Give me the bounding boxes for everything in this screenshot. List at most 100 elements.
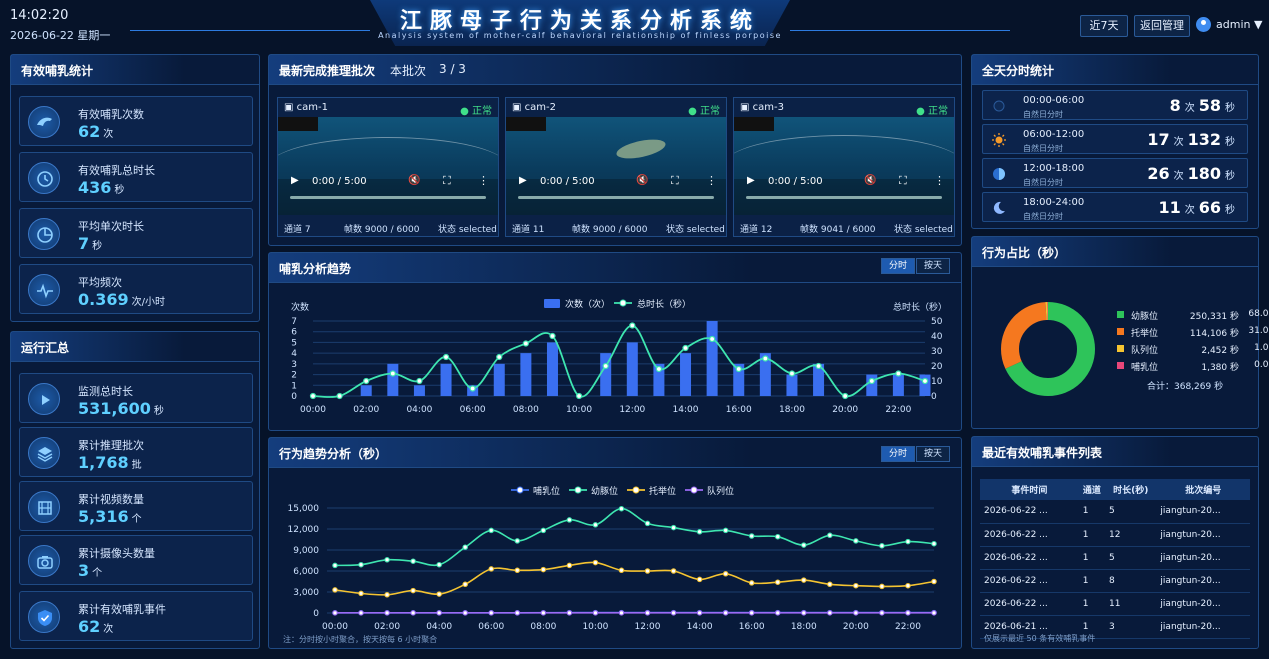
nursing-stats-panel: 有效哺乳统计 有效哺乳次数 62 次 有效哺乳总时长 436 秒 平均单次时长 7秒… <box>10 54 260 322</box>
more-icon[interactable]: ⋮ <box>706 174 717 187</box>
app-subtitle: Analysis system of mother-calf behaviora… <box>378 31 782 40</box>
stat-label: 有效哺乳次数 <box>78 108 144 121</box>
x-tick-label: 06:00 <box>478 622 504 632</box>
line-point <box>644 610 651 616</box>
bar <box>413 385 425 396</box>
toggle-daily[interactable]: 按天 <box>916 258 950 274</box>
table-row[interactable]: 2026-06-22 ... 1 5 jiangtun-20... <box>980 500 1250 524</box>
events-table: 事件时间 通道 时长(秒) 批次编号 2026-06-22 ... 1 5 jiang… <box>980 479 1250 639</box>
fullscreen-icon[interactable]: ⛶ <box>443 174 451 188</box>
line-point <box>384 557 390 563</box>
line-point <box>629 322 636 329</box>
more-icon[interactable]: ⋮ <box>934 174 945 187</box>
line-point <box>462 610 468 616</box>
line-point <box>462 581 468 588</box>
mute-icon[interactable]: 🔇 <box>408 175 420 186</box>
video-player[interactable]: ▶ 0:00 / 5:00 🔇 ⛶ ⋮ <box>278 117 498 215</box>
porpoise-shape <box>614 135 668 163</box>
line-point <box>735 365 742 373</box>
range-7days-button[interactable]: 近7天 <box>1080 15 1128 37</box>
video-player[interactable]: ▶ 0:00 / 5:00 🔇 ⛶ ⋮ <box>506 117 726 215</box>
video-player[interactable]: ▶ 0:00 / 5:00 🔇 ⛶ ⋮ <box>734 117 954 215</box>
video-progress[interactable] <box>518 196 714 199</box>
legend-swatch <box>516 486 524 494</box>
more-icon[interactable]: ⋮ <box>478 174 489 187</box>
line-point <box>762 355 769 362</box>
y-tick-label: 2 <box>291 371 297 381</box>
video-progress[interactable] <box>290 196 486 199</box>
line-point <box>670 610 677 616</box>
period-value: 26 次 180 秒 <box>1147 164 1235 183</box>
table-row[interactable]: 2026-06-22 ... 1 12 jiangtun-20... <box>980 523 1250 547</box>
y2-tick-label: 10 <box>931 377 943 387</box>
line-point <box>682 344 689 352</box>
column-header: 批次编号 <box>1156 479 1250 500</box>
stat-card: 有效哺乳总时长 436 秒 <box>19 152 253 202</box>
camera-frames: 帧数 9000 / 6000 <box>572 225 648 235</box>
y-tick-label: 0 <box>313 609 319 619</box>
stat-label: 累计摄像头数量 <box>78 547 155 560</box>
title-deco-right <box>790 30 1010 31</box>
video-time: 0:00 / 5:00 <box>312 176 367 187</box>
back-admin-button[interactable]: 返回管理 <box>1134 15 1190 37</box>
line-point <box>332 610 338 616</box>
behavior-share-donut <box>1001 302 1095 396</box>
line-point <box>496 353 503 361</box>
legend-label: 哺乳位 <box>533 485 560 497</box>
line-point <box>332 587 338 593</box>
toggle-daily[interactable]: 按天 <box>916 446 950 462</box>
moon-dark-icon <box>991 98 1007 114</box>
y2-axis-label: 总时长（秒） <box>893 301 947 313</box>
line-point <box>358 610 364 616</box>
user-menu[interactable]: admin ▼ <box>1216 18 1262 31</box>
legend-swatch <box>544 299 560 308</box>
play-icon <box>28 383 60 415</box>
legend-swatch <box>1117 311 1124 318</box>
mute-icon[interactable]: 🔇 <box>864 175 876 186</box>
line-point <box>540 610 547 616</box>
line-point <box>905 538 911 545</box>
legend-swatch <box>1117 328 1124 335</box>
table-row[interactable]: 2026-06-22 ... 1 8 jiangtun-20... <box>980 569 1250 593</box>
period-range: 12:00-18:00 <box>1023 163 1085 174</box>
line-point <box>722 571 729 577</box>
panel-title: 全天分时统计 <box>982 64 1055 78</box>
legend-label: 次数（次） <box>565 298 610 310</box>
x-tick-label: 12:00 <box>619 405 645 415</box>
play-icon[interactable]: ▶ <box>747 175 755 186</box>
line-point <box>575 392 583 400</box>
line-point <box>488 566 495 572</box>
behavior-trend-panel: 行为趋势分析（秒） 分时 按天 0 3,000 6,000 9,000 12,000 15… <box>268 437 962 649</box>
stat-label: 累计有效哺乳事件 <box>78 603 166 616</box>
bar <box>360 385 372 396</box>
camera-channel: 通道 11 <box>512 225 545 235</box>
camera-status: ● 正常 <box>460 106 492 117</box>
x-tick-label: 10:00 <box>582 622 608 632</box>
x-tick-label: 22:00 <box>895 622 921 632</box>
user-avatar-icon[interactable] <box>1196 17 1211 32</box>
batch-label: 本批次 <box>390 64 427 78</box>
line-point <box>879 543 885 549</box>
camera-channel: 通道 12 <box>740 225 773 235</box>
y-tick-label: 7 <box>291 317 297 327</box>
line-point <box>879 583 885 590</box>
fullscreen-icon[interactable]: ⛶ <box>671 174 679 188</box>
line-point <box>462 544 468 550</box>
table-row[interactable]: 2026-06-22 ... 1 11 jiangtun-20... <box>980 592 1250 616</box>
camera-status: ● 正常 <box>916 106 948 117</box>
play-icon[interactable]: ▶ <box>291 175 299 186</box>
table-row[interactable]: 2026-06-22 ... 1 5 jiangtun-20... <box>980 546 1250 570</box>
bar <box>866 374 878 396</box>
pie-icon <box>28 218 60 250</box>
fullscreen-icon[interactable]: ⛶ <box>899 174 907 188</box>
y-tick-label: 3 <box>291 360 297 370</box>
play-icon[interactable]: ▶ <box>519 175 527 186</box>
line-point <box>514 567 521 574</box>
video-progress[interactable] <box>746 196 942 199</box>
stat-value: 5,316 个 <box>78 507 142 526</box>
nursing-trend-panel: 哺乳分析趋势 分时 按天 0 1 2 3 4 5 6 7 0 10 20 30 40 50 次数 总时长（秒）… <box>268 252 962 431</box>
mute-icon[interactable]: 🔇 <box>636 175 648 186</box>
toggle-hourly[interactable]: 分时 <box>881 446 915 462</box>
toggle-hourly[interactable]: 分时 <box>881 258 915 274</box>
x-tick-label: 00:00 <box>322 622 348 632</box>
